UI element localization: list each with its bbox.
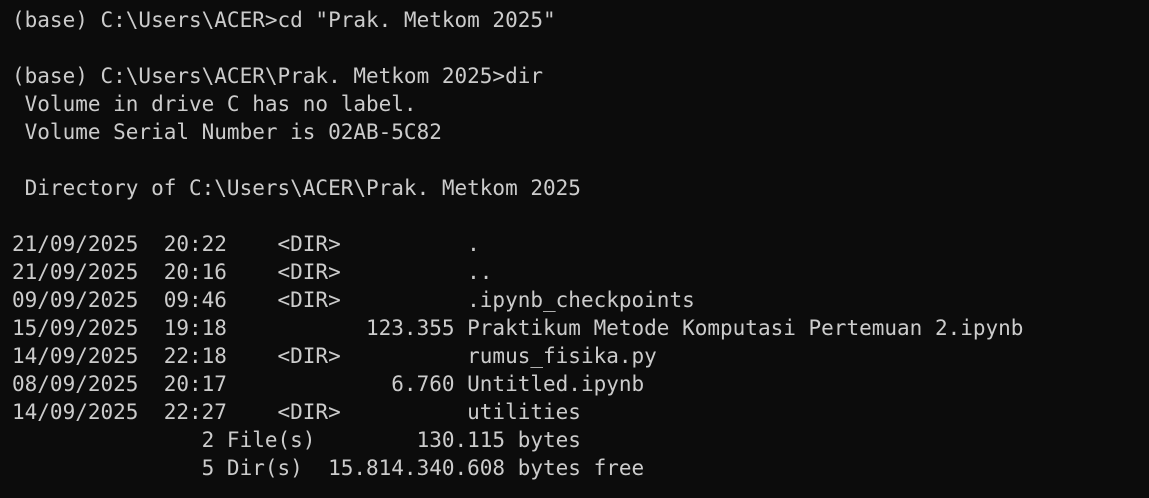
file-entry-praktikum: 15/09/2025 19:18 123.355 Praktikum Metod… (12, 316, 1024, 340)
command-line-cd: (base) C:\Users\ACER>cd "Prak. Metkom 20… (12, 8, 556, 32)
volume-serial-line: Volume Serial Number is 02AB-5C82 (12, 120, 442, 144)
dir-entry-ipynb-checkpoints: 09/09/2025 09:46 <DIR> .ipynb_checkpoint… (12, 288, 695, 312)
dir-entry-parent: 21/09/2025 20:16 <DIR> .. (12, 260, 493, 284)
command-line-dir: (base) C:\Users\ACER\Prak. Metkom 2025>d… (12, 64, 544, 88)
dirs-summary-line: 5 Dir(s) 15.814.340.608 bytes free (12, 456, 645, 480)
volume-label-line: Volume in drive C has no label. (12, 92, 417, 116)
dir-entry-utilities: 14/09/2025 22:27 <DIR> utilities (12, 400, 581, 424)
dir-entry-rumus-fisika: 14/09/2025 22:18 <DIR> rumus_fisika.py (12, 344, 657, 368)
terminal-window[interactable]: (base) C:\Users\ACER>cd "Prak. Metkom 20… (0, 0, 1149, 498)
file-entry-untitled: 08/09/2025 20:17 6.760 Untitled.ipynb (12, 372, 645, 396)
files-summary-line: 2 File(s) 130.115 bytes (12, 428, 581, 452)
directory-header-line: Directory of C:\Users\ACER\Prak. Metkom … (12, 176, 581, 200)
dir-entry-current: 21/09/2025 20:22 <DIR> . (12, 232, 480, 256)
